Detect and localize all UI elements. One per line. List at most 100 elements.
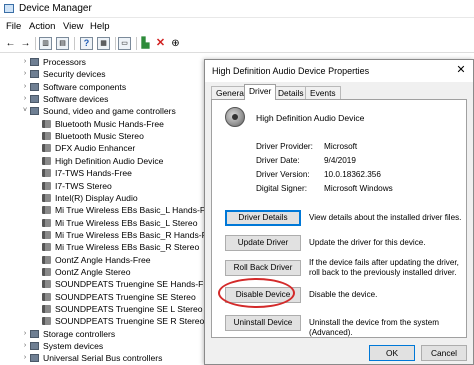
roll-back-driver-description: If the device fails after updating the d… xyxy=(309,258,459,277)
speaker-icon xyxy=(42,169,51,178)
tree-item-label: OontZ Angle Hands-Free xyxy=(55,254,151,265)
tree-item-label: Sound, video and game controllers xyxy=(43,106,176,117)
toolbar-separator xyxy=(115,37,116,50)
driver-date-label: Driver Date: xyxy=(256,156,300,165)
close-icon[interactable]: ✕ xyxy=(455,64,467,76)
tree-item-label: Bluetooth Music Hands-Free xyxy=(55,118,164,129)
tree-item-label: Software components xyxy=(43,81,127,92)
speaker-icon xyxy=(42,218,51,227)
uninstall-device-description: Uninstall the device from the system (Ad… xyxy=(309,318,440,337)
tree-item-label: Storage controllers xyxy=(43,328,116,339)
processor-icon xyxy=(30,58,39,66)
update-driver-button[interactable]: Update Driver xyxy=(225,235,301,251)
tree-item-label: SOUNDPEATS Truengine SE Hands-Free xyxy=(55,279,216,290)
help-icon[interactable]: ? xyxy=(80,37,93,50)
driver-details-description: View details about the installed driver … xyxy=(309,213,462,222)
tree-item-label: Intel(R) Display Audio xyxy=(55,192,138,203)
speaker-icon xyxy=(42,144,51,153)
tree-item-label: Processors xyxy=(43,57,86,67)
device-tree: › Processors › Security devices › Software co… xyxy=(0,56,219,365)
tree-item-label: Software devices xyxy=(43,94,109,105)
disable-device-description: Disable the device. xyxy=(309,290,378,299)
storage-icon xyxy=(30,329,39,338)
title-bar: Device Manager xyxy=(0,0,474,18)
back-arrow-icon[interactable]: ← xyxy=(4,37,17,50)
system-device-icon xyxy=(30,342,39,351)
update-driver-description: Update the driver for this device. xyxy=(309,238,426,247)
chevron-down-icon[interactable]: ˅ xyxy=(21,105,29,117)
chevron-right-icon[interactable]: › xyxy=(21,81,29,93)
sound-icon xyxy=(30,107,39,116)
uninstall-device-icon[interactable]: ✕ xyxy=(154,37,167,50)
forward-arrow-icon[interactable]: → xyxy=(19,37,32,50)
tree-item-label: System devices xyxy=(43,341,104,352)
toolbar-separator xyxy=(136,37,137,50)
speaker-icon xyxy=(42,255,51,264)
driver-provider-value: Microsoft xyxy=(324,142,358,151)
download-driver-icon[interactable]: ⊕ xyxy=(169,37,182,50)
chevron-right-icon[interactable]: › xyxy=(21,352,29,364)
tree-item-label: SOUNDPEATS Truengine SE R Stereo xyxy=(55,316,205,327)
menu-action[interactable]: Action xyxy=(29,21,55,32)
speaker-icon xyxy=(42,119,51,128)
tab-driver[interactable]: Driver xyxy=(244,84,277,100)
device-name: High Definition Audio Device xyxy=(256,113,365,123)
software-device-icon xyxy=(30,95,39,104)
window-title: Device Manager xyxy=(19,3,92,14)
menu-bar: File Action View Help xyxy=(0,19,474,35)
speaker-icon xyxy=(42,156,51,165)
driver-version-value: 10.0.18362.356 xyxy=(324,170,381,179)
software-component-icon xyxy=(30,82,39,91)
speaker-icon xyxy=(225,107,245,127)
chevron-right-icon[interactable]: › xyxy=(21,328,29,340)
tree-item-label: I7-TWS Stereo xyxy=(55,180,112,191)
tab-events[interactable]: Events xyxy=(305,86,341,100)
speaker-icon xyxy=(42,267,51,276)
cancel-button[interactable]: Cancel xyxy=(421,345,467,361)
toolbar-separator xyxy=(35,37,36,50)
uninstall-device-button[interactable]: Uninstall Device xyxy=(225,315,301,331)
usb-icon xyxy=(30,354,39,363)
toolbar-separator xyxy=(74,37,75,50)
digital-signer-label: Digital Signer: xyxy=(256,184,307,193)
speaker-icon xyxy=(42,193,51,202)
properties-dialog: High Definition Audio Device Properties … xyxy=(204,59,474,365)
dialog-title: High Definition Audio Device Properties xyxy=(212,66,370,76)
chevron-right-icon[interactable]: › xyxy=(21,68,29,80)
driver-date-value: 9/4/2019 xyxy=(324,156,356,165)
tree-item-label: SOUNDPEATS Truengine SE L Stereo xyxy=(55,304,203,314)
tree-item-label: High Definition Audio Device xyxy=(55,155,164,166)
toolbar: ← → ▥ ▤ ? ▦ ▭ ▙ ✕ ⊕ xyxy=(0,35,474,53)
tab-details[interactable]: Details xyxy=(273,86,309,100)
dialog-title-bar: High Definition Audio Device Properties … xyxy=(205,60,473,82)
tree-item-label: Mi True Wireless EBs Basic_L Hands-Free xyxy=(55,205,218,216)
chevron-right-icon[interactable]: › xyxy=(21,56,29,68)
monitor-icon[interactable]: ▭ xyxy=(118,37,131,50)
add-driver-icon[interactable]: ▙ xyxy=(139,37,152,50)
speaker-icon xyxy=(42,132,51,141)
menu-help[interactable]: Help xyxy=(90,21,110,32)
show-hide-console-tree-icon[interactable]: ▥ xyxy=(39,37,52,50)
speaker-icon xyxy=(42,317,51,326)
speaker-icon xyxy=(42,292,51,301)
properties-icon[interactable]: ▤ xyxy=(56,37,69,50)
driver-version-label: Driver Version: xyxy=(256,170,310,179)
speaker-icon xyxy=(42,280,51,289)
tree-item-label: SOUNDPEATS Truengine SE Stereo xyxy=(55,291,196,302)
speaker-icon xyxy=(42,206,51,215)
driver-details-button[interactable]: Driver Details xyxy=(225,210,301,226)
tree-item-label: Mi True Wireless EBs Basic_R Hands-Free xyxy=(55,229,220,240)
menu-view[interactable]: View xyxy=(63,21,83,32)
tree-item-label: Mi True Wireless EBs Basic_R Stereo xyxy=(55,242,200,253)
chevron-right-icon[interactable]: › xyxy=(21,340,29,352)
chevron-right-icon[interactable]: › xyxy=(21,93,29,105)
speaker-icon xyxy=(42,243,51,252)
tree-item-label: Security devices xyxy=(43,69,106,80)
tree-item-label: Mi True Wireless EBs Basic_L Stereo xyxy=(55,217,198,228)
view-icon[interactable]: ▦ xyxy=(97,37,110,50)
speaker-icon xyxy=(42,305,51,313)
menu-file[interactable]: File xyxy=(6,21,21,32)
ok-button[interactable]: OK xyxy=(369,345,415,361)
speaker-icon xyxy=(42,230,51,239)
roll-back-driver-button[interactable]: Roll Back Driver xyxy=(225,260,301,276)
